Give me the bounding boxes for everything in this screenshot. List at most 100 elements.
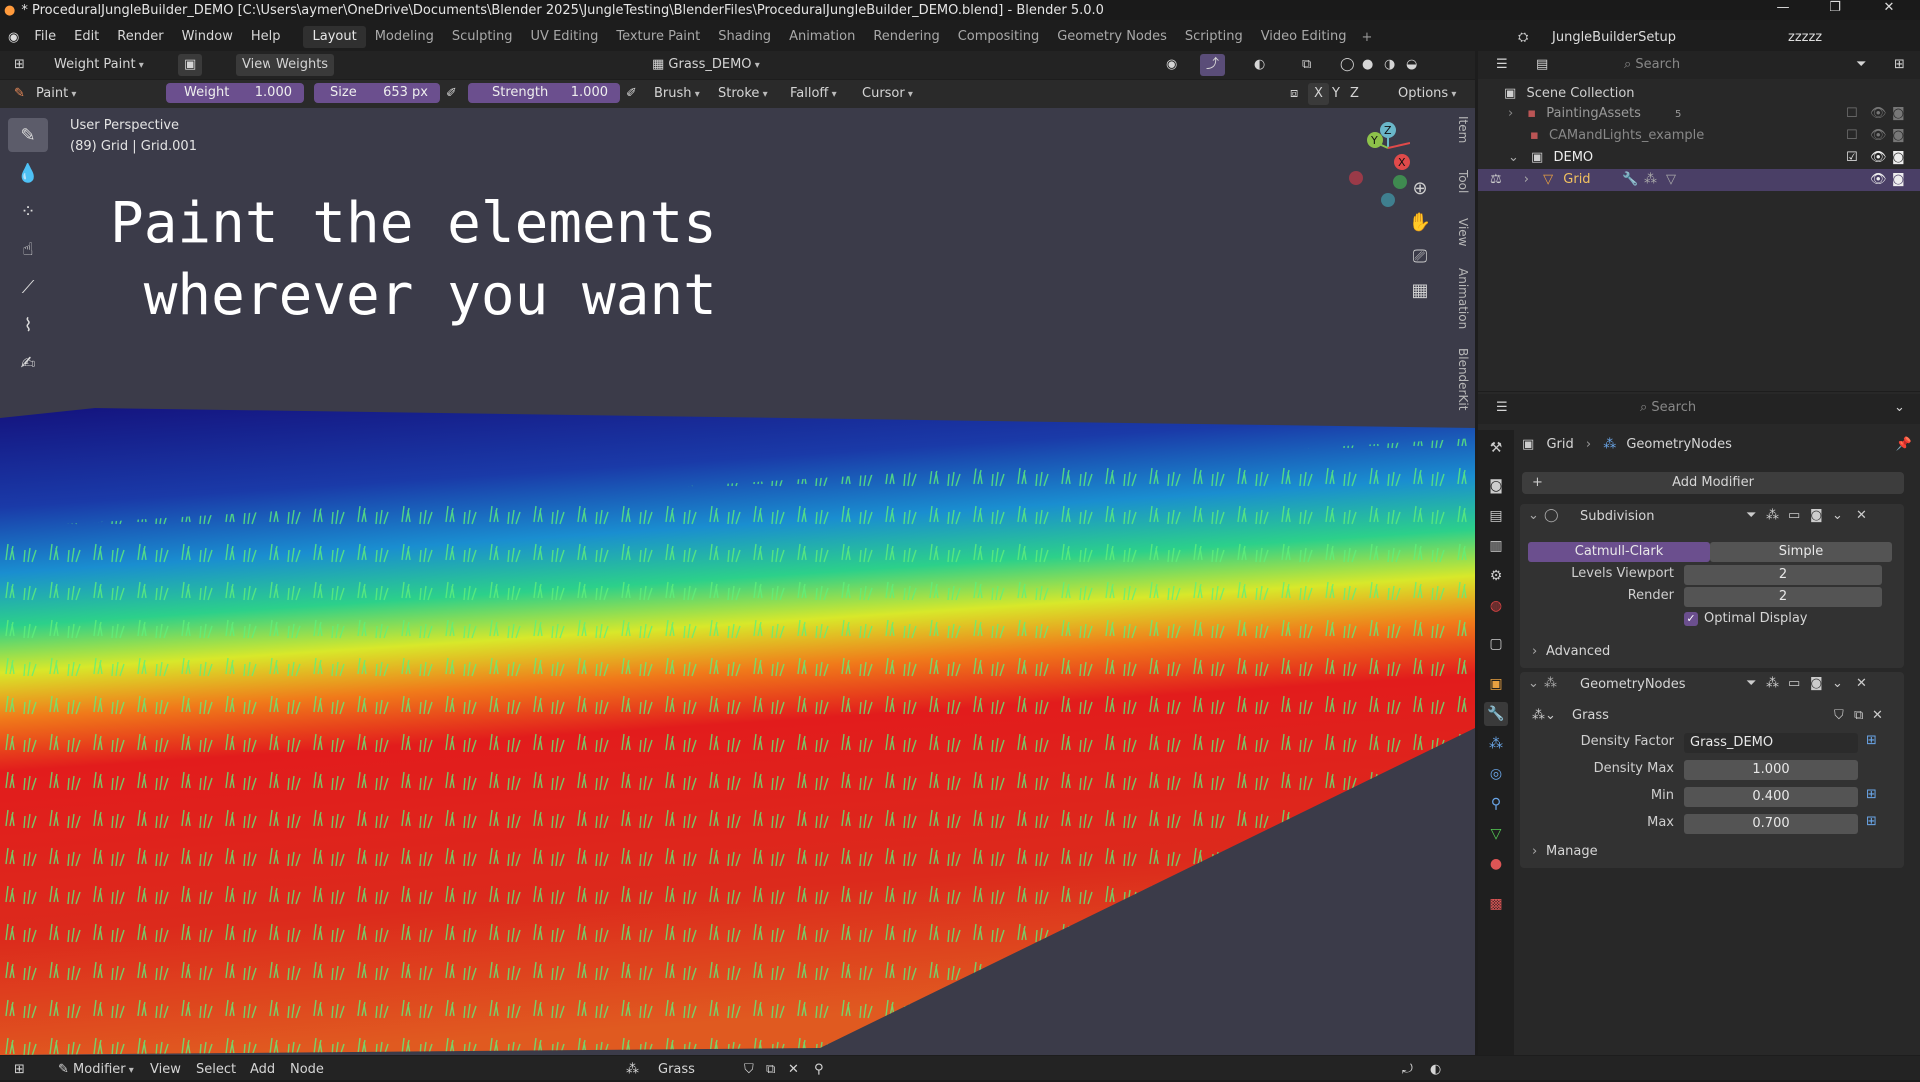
menu-file[interactable]: File	[25, 26, 65, 48]
view-layer-tab-icon[interactable]: ▥	[1484, 534, 1508, 558]
fake-user-icon[interactable]: ⛉	[1834, 708, 1844, 723]
tab-modeling[interactable]: Modeling	[366, 26, 443, 48]
render-tab-icon[interactable]: ◙	[1484, 474, 1508, 498]
duplicate-icon[interactable]: ⧉	[760, 1059, 781, 1081]
node-editor-mode-dropdown[interactable]: ✎ Modifier	[52, 1059, 140, 1081]
menu-edit[interactable]: Edit	[65, 26, 108, 48]
average-brush-icon[interactable]: ⁘	[8, 194, 48, 228]
render-toggle-icon[interactable]: ◙	[1810, 676, 1823, 691]
weight-paint-mode-icon[interactable]: ⚖	[1490, 172, 1502, 187]
vertex-group-dropdown[interactable]: ▦ Grass_DEMO	[646, 54, 766, 76]
pin-icon[interactable]: 📌	[1896, 434, 1912, 456]
tab-sculpting[interactable]: Sculpting	[443, 26, 522, 48]
render-toggle-icon[interactable]: ◙	[1810, 508, 1823, 523]
add-modifier-button[interactable]: + Add Modifier	[1522, 472, 1904, 494]
draw-brush-icon[interactable]: ✎	[8, 118, 48, 152]
checkbox-checked-icon[interactable]: ☑	[1846, 147, 1858, 169]
collapse-arrow-icon[interactable]: ⌄	[1508, 150, 1519, 165]
mesh-data-tab-icon[interactable]: ▽	[1484, 822, 1508, 846]
outliner-editor-icon[interactable]: ☰	[1490, 54, 1514, 76]
view-layer-name[interactable]: zzzzz	[1788, 30, 1822, 45]
blur-brush-icon[interactable]: 💧	[8, 156, 48, 190]
outliner-item-grid[interactable]: ⚖ › ▽ Grid 🔧 ⁂ ▽ 👁 ◙	[1478, 169, 1920, 191]
node-add-menu[interactable]: Add	[244, 1059, 281, 1081]
node-tree-icon[interactable]: ⁂	[620, 1059, 645, 1081]
cage-toggle-icon[interactable]: ⁂	[1766, 508, 1779, 523]
levels-viewport-field[interactable]: 2	[1684, 565, 1882, 585]
menu-help[interactable]: Help	[242, 26, 290, 48]
falloff-menu[interactable]: Falloff	[784, 83, 843, 105]
world-tab-icon[interactable]: ◍	[1484, 594, 1508, 618]
attribute-toggle-icon[interactable]: ⊞	[1866, 787, 1877, 802]
camera-render-icon[interactable]: ◙	[1892, 125, 1905, 147]
attribute-toggle-icon[interactable]: ⊞	[1866, 733, 1877, 748]
tab-layout[interactable]: Layout	[303, 26, 366, 48]
size-field[interactable]: Size 653 px	[314, 83, 440, 103]
eye-icon[interactable]: 👁	[1870, 125, 1887, 147]
outliner-item-paintingassets[interactable]: › ▪ PaintingAssets 5 ☐ 👁 ◙	[1478, 103, 1920, 125]
tab-scripting[interactable]: Scripting	[1176, 26, 1252, 48]
min-field[interactable]: 0.400	[1684, 787, 1858, 807]
mirror-y-toggle[interactable]: Y	[1326, 83, 1346, 105]
tab-texture-paint[interactable]: Texture Paint	[607, 26, 709, 48]
particles-tab-icon[interactable]: ⁂	[1484, 732, 1508, 756]
node-select-menu[interactable]: Select	[190, 1059, 242, 1081]
remove-modifier-icon[interactable]: ✕	[1856, 676, 1867, 691]
ortho-grid-icon[interactable]: ▦	[1405, 276, 1435, 306]
options-menu[interactable]: Options	[1392, 83, 1462, 105]
properties-options-icon[interactable]: ⌄	[1888, 397, 1911, 419]
checkbox-icon[interactable]: ☐	[1846, 125, 1858, 147]
overlay-icon[interactable]: ◐	[1424, 1059, 1447, 1081]
mode-dropdown[interactable]: Weight Paint	[48, 54, 150, 76]
viewport-toggle-icon[interactable]: ▭	[1788, 676, 1800, 691]
scene-tab-icon[interactable]: ⚙	[1484, 564, 1508, 588]
sample-weight-icon[interactable]: ⌇	[8, 308, 48, 342]
pan-hand-icon[interactable]: ✋	[1405, 208, 1435, 238]
cursor-menu[interactable]: Cursor	[856, 83, 919, 105]
snap-icon[interactable]: ⤾	[1396, 1059, 1419, 1081]
object-tab-icon[interactable]: ▣	[1484, 672, 1508, 696]
node-editor-type-icon[interactable]: ⊞	[8, 1059, 31, 1081]
minimize-button[interactable]: —	[1760, 0, 1806, 20]
navigation-gizmo[interactable]: Z Y X	[1340, 118, 1411, 208]
symmetry-icon[interactable]: ⧈	[1284, 83, 1304, 105]
close-button[interactable]: ✕	[1866, 0, 1912, 20]
manage-subpanel[interactable]: Manage	[1546, 844, 1598, 859]
expand-arrow-icon[interactable]: ›	[1532, 644, 1537, 659]
fake-user-icon[interactable]: ⛉	[738, 1059, 760, 1081]
smear-brush-icon[interactable]: ☝	[8, 232, 48, 266]
node-group-name[interactable]: Grass	[1572, 708, 1609, 723]
tab-animation[interactable]: Animation	[780, 26, 864, 48]
subdivision-name[interactable]: Subdivision	[1580, 509, 1655, 524]
new-collection-icon[interactable]: ⊞	[1888, 54, 1911, 76]
tab-rendering[interactable]: Rendering	[864, 26, 948, 48]
modifier-menu-icon[interactable]: ⌄	[1832, 676, 1843, 691]
remove-modifier-icon[interactable]: ✕	[1856, 508, 1867, 523]
blender-menu-icon[interactable]: ◉	[8, 30, 19, 45]
camera-render-icon[interactable]: ◙	[1892, 147, 1905, 169]
camera-render-icon[interactable]: ◙	[1892, 169, 1905, 191]
scene-icon[interactable]: ⛭	[1518, 30, 1528, 45]
outliner-search-input[interactable]: ⌕ Search	[1618, 54, 1686, 76]
outliner-scene-collection[interactable]: ▣ Scene Collection	[1478, 83, 1920, 105]
select-mode-icon[interactable]: ▣	[178, 54, 203, 76]
output-tab-icon[interactable]: ▤	[1484, 504, 1508, 528]
zoom-icon[interactable]: ⊕	[1405, 174, 1435, 204]
add-workspace-icon[interactable]: +	[1362, 30, 1373, 45]
overlay-toggle-icon[interactable]: ◐	[1248, 54, 1271, 76]
tab-uv-editing[interactable]: UV Editing	[522, 26, 608, 48]
mirror-z-toggle[interactable]: Z	[1344, 83, 1365, 105]
outliner-item-camandlights[interactable]: ▪ CAMandLights_example ☐ 👁 ◙	[1478, 125, 1920, 147]
collapse-arrow-icon[interactable]: ⌄	[1528, 508, 1539, 523]
solid-shading-icon[interactable]: ●	[1356, 54, 1379, 76]
collection-tab-icon[interactable]: ▢	[1484, 632, 1508, 656]
xray-icon[interactable]: ⧉	[1296, 54, 1317, 76]
render-levels-field[interactable]: 2	[1684, 587, 1882, 607]
collapse-arrow-icon[interactable]: ⌄	[1528, 676, 1539, 691]
unlink-icon[interactable]: ✕	[782, 1059, 805, 1081]
expand-arrow-icon[interactable]: ›	[1508, 106, 1513, 121]
modifier-menu-icon[interactable]: ⌄	[1832, 508, 1843, 523]
cage-toggle-icon[interactable]: ⁂	[1766, 676, 1779, 691]
advanced-subpanel[interactable]: Advanced	[1546, 644, 1610, 659]
node-view-menu[interactable]: View	[144, 1059, 187, 1081]
